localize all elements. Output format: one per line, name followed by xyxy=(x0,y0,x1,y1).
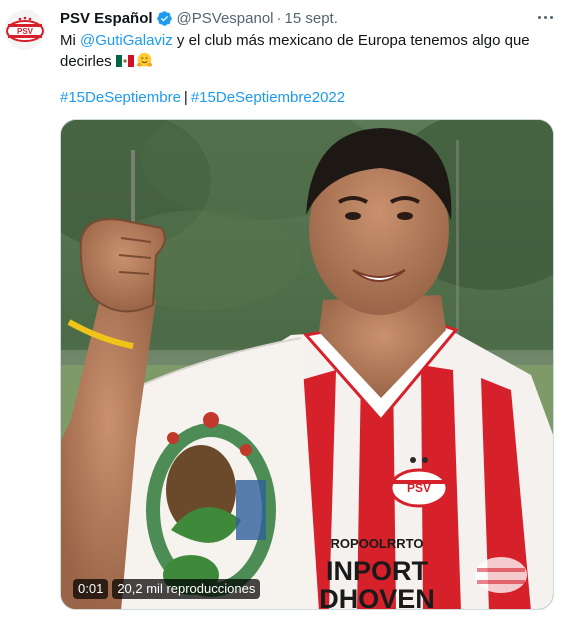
hashtag-separator: | xyxy=(183,89,188,106)
verified-badge-icon xyxy=(156,10,172,26)
mention-link[interactable]: @GutiGalaviz xyxy=(80,32,173,49)
video-timestamp: 0:01 xyxy=(73,579,109,599)
video-player[interactable]: PSV ROPOOLRRTO INPORT DHOVEN 0:01 20,2 m… xyxy=(60,119,554,610)
jersey-crest-text: PSV xyxy=(407,481,431,495)
jersey-text-line-2: INPORT xyxy=(326,556,429,586)
tweet-header: PSV Español @PSVespanol · 15 sept. xyxy=(60,8,552,28)
user-handle[interactable]: @PSVespanol xyxy=(177,10,274,27)
header-separator: · xyxy=(276,9,282,27)
display-name[interactable]: PSV Español xyxy=(60,10,153,27)
hugging-face-icon xyxy=(136,52,152,67)
hashtag-link[interactable]: #15DeSeptiembre2022 xyxy=(191,89,345,106)
hashtag-link[interactable]: #15DeSeptiembre xyxy=(60,89,181,106)
video-overlay: 0:01 20,2 mil reproducciones xyxy=(73,579,261,599)
avatar-text: PSV xyxy=(17,27,34,36)
tweet-text-prefix: Mi xyxy=(60,32,80,49)
tweet[interactable]: PSV PSV Español @PSVespanol · 15 sept. M… xyxy=(0,0,562,620)
tweet-text: Mi @GutiGalaviz y el club más mexicano d… xyxy=(60,30,540,72)
tweet-date[interactable]: 15 sept. xyxy=(285,10,338,27)
hashtags: #15DeSeptiembre | #15DeSeptiembre2022 xyxy=(60,87,345,108)
psv-logo-icon: PSV xyxy=(5,10,45,50)
video-frame: PSV ROPOOLRRTO INPORT DHOVEN xyxy=(61,120,553,610)
mexico-flag-icon xyxy=(115,55,134,67)
video-view-count: 20,2 mil reproducciones xyxy=(112,579,261,599)
jersey-text-line-1: ROPOOLRRTO xyxy=(331,536,424,551)
jersey-text-line-3: DHOVEN xyxy=(319,584,435,610)
profile-avatar[interactable]: PSV xyxy=(5,10,45,50)
more-options-icon[interactable] xyxy=(534,8,556,26)
